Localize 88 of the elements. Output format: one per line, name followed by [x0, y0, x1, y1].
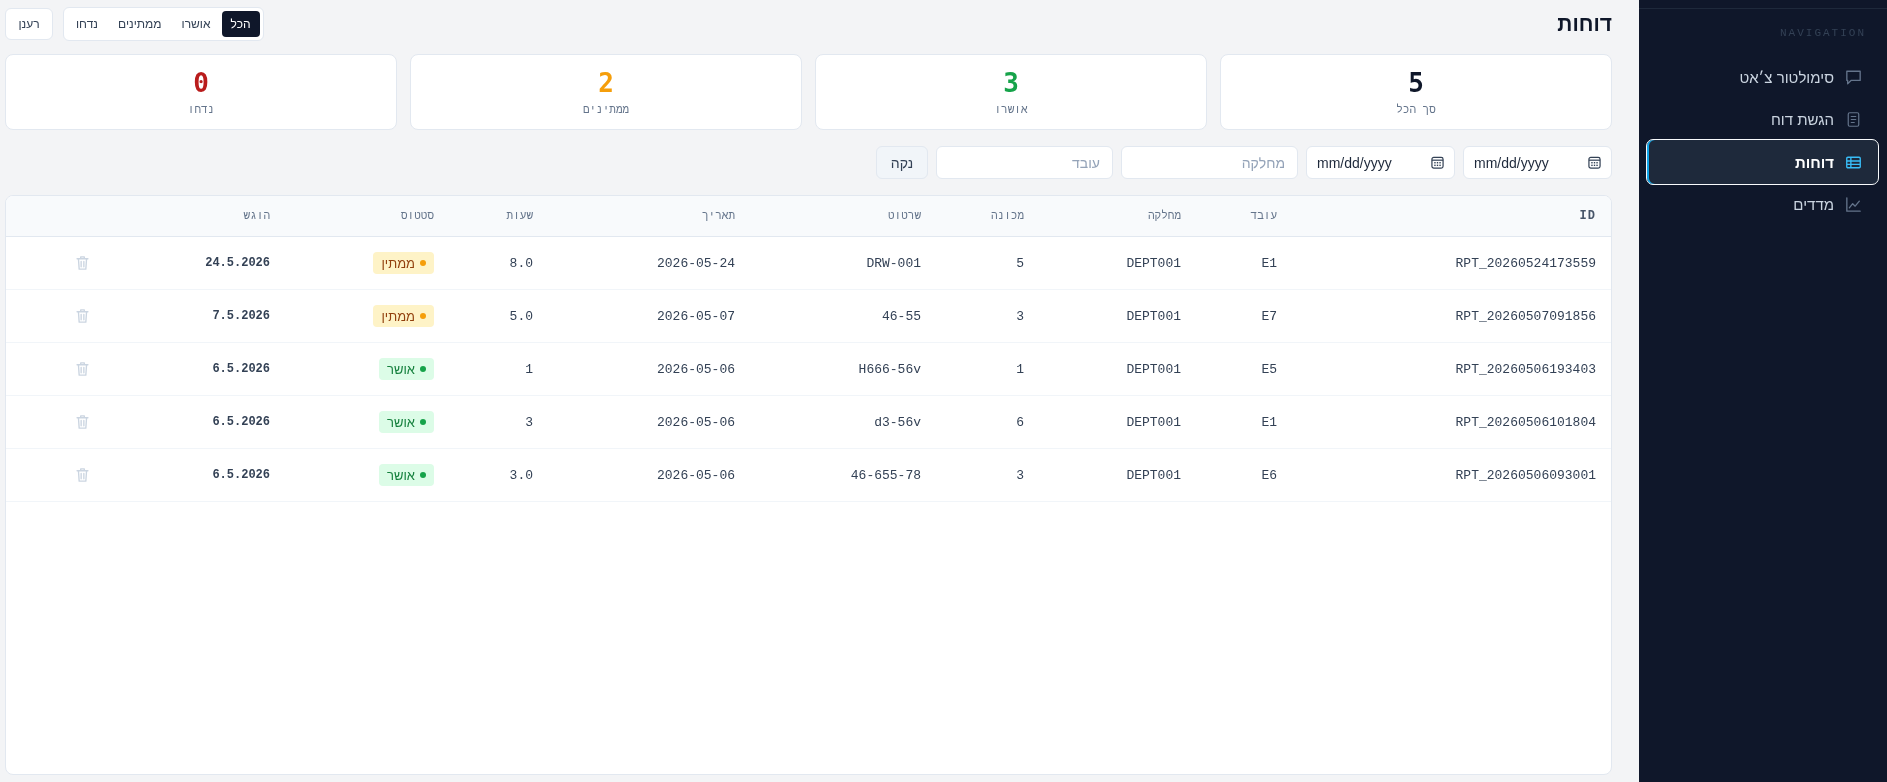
trash-icon[interactable] [76, 415, 89, 430]
table-cell: d3-56v [750, 395, 936, 449]
table-cell: 6.5.2026 [159, 395, 285, 449]
table-cell: 2026-05-06 [548, 342, 750, 396]
trash-icon[interactable] [76, 309, 89, 324]
table-cell: 2026-05-07 [548, 289, 750, 343]
table-cell: E6 [1196, 448, 1292, 502]
calendar-icon[interactable] [1431, 156, 1444, 169]
table-cell: 3 [936, 289, 1039, 343]
refresh-button[interactable]: רענן [5, 8, 53, 40]
table-cell: DRW-001 [750, 236, 936, 290]
column-header: ID [1292, 196, 1611, 237]
status-label: ממתין [381, 308, 415, 324]
column-header: תאריך [548, 196, 750, 237]
chat-bubble-icon [1846, 70, 1861, 85]
trash-icon[interactable] [76, 256, 89, 271]
stat-value: 0 [193, 67, 209, 98]
column-header: מכונה [936, 196, 1039, 237]
table-cell: E7 [1196, 289, 1292, 343]
table-icon [1846, 154, 1861, 170]
filter-tab[interactable]: הכל [221, 11, 260, 37]
status-label: אושר [387, 467, 415, 483]
nav-item[interactable]: הגשת דוח [1646, 99, 1879, 140]
stat-label: אושרו [994, 102, 1028, 117]
table-cell: 2026-05-06 [548, 448, 750, 502]
table-cell: 6.5.2026 [159, 342, 285, 396]
stat-value: 5 [1408, 67, 1424, 98]
column-header: הוגש [159, 196, 285, 237]
table-cell: DEPT001 [1039, 289, 1196, 343]
column-header: שעות [449, 196, 548, 237]
table-cell: 3 [449, 395, 548, 449]
document-icon [1846, 112, 1861, 127]
column-header: סטטוס [285, 196, 449, 237]
table-cell: 5 [936, 236, 1039, 290]
filter-tab[interactable]: נדחו [67, 11, 107, 37]
column-header: מחלקה [1039, 196, 1196, 237]
status-label: אושר [387, 414, 415, 430]
table-cell: E1 [1196, 236, 1292, 290]
filter-tab[interactable]: ממתינים [109, 11, 171, 37]
table-cell: 8.0 [449, 236, 548, 290]
table-cell: 3 [936, 448, 1039, 502]
calendar-icon[interactable] [1588, 156, 1601, 169]
filter-text-field[interactable]: עובד [936, 146, 1113, 179]
column-header: עובד [1196, 196, 1292, 237]
table-cell: E5 [1196, 342, 1292, 396]
table-cell: DEPT001 [1039, 448, 1196, 502]
table-cell: H666-56v [750, 342, 936, 396]
table-cell: 2026-05-24 [548, 236, 750, 290]
table-cell: DEPT001 [1039, 342, 1196, 396]
table-cell: 46-655-78 [750, 448, 936, 502]
nav-item[interactable]: דוחות [1646, 139, 1879, 185]
table-cell: RPT_20260507091856 [1292, 289, 1611, 343]
line-chart-icon [1846, 197, 1861, 212]
filter-text-field[interactable]: מחלקה [1121, 146, 1298, 179]
nav-item[interactable]: סימולטור צ׳אט [1646, 57, 1879, 98]
column-header: שרטוט [750, 196, 936, 237]
table-cell: E1 [1196, 395, 1292, 449]
date-field[interactable]: mm/dd/yyyy [1463, 146, 1612, 179]
table-cell: 5.0 [449, 289, 548, 343]
table-cell: 7.5.2026 [159, 289, 285, 343]
stat-label: נדחו [187, 102, 215, 117]
stat-value: 3 [1003, 67, 1019, 98]
table-cell: 6.5.2026 [159, 448, 285, 502]
page-title: דוחות [1557, 11, 1612, 37]
stat-value: 2 [598, 67, 614, 98]
trash-icon[interactable] [76, 362, 89, 377]
filter-tab[interactable]: אושרו [172, 11, 220, 37]
clear-button[interactable]: נקה [876, 146, 928, 179]
table-cell: 1 [449, 342, 548, 396]
status-label: אושר [387, 361, 415, 377]
table-cell: 24.5.2026 [159, 236, 285, 290]
stat-label: ממתינים [582, 102, 630, 117]
table-cell: 1 [936, 342, 1039, 396]
date-field[interactable]: mm/dd/yyyy [1306, 146, 1455, 179]
table-cell: 2026-05-06 [548, 395, 750, 449]
table-cell: RPT_20260506093001 [1292, 448, 1611, 502]
table-cell: 6 [936, 395, 1039, 449]
table-cell: DEPT001 [1039, 395, 1196, 449]
table-cell: RPT_20260506193403 [1292, 342, 1611, 396]
stat-label: סך הכל [1396, 102, 1436, 117]
table-cell: RPT_20260524173559 [1292, 236, 1611, 290]
table-cell: DEPT001 [1039, 236, 1196, 290]
table-cell: 46-55 [750, 289, 936, 343]
nav-item[interactable]: מדדים [1646, 184, 1879, 225]
table-cell: 3.0 [449, 448, 548, 502]
status-label: ממתין [381, 255, 415, 271]
trash-icon[interactable] [76, 468, 89, 483]
table-cell: RPT_20260506101804 [1292, 395, 1611, 449]
